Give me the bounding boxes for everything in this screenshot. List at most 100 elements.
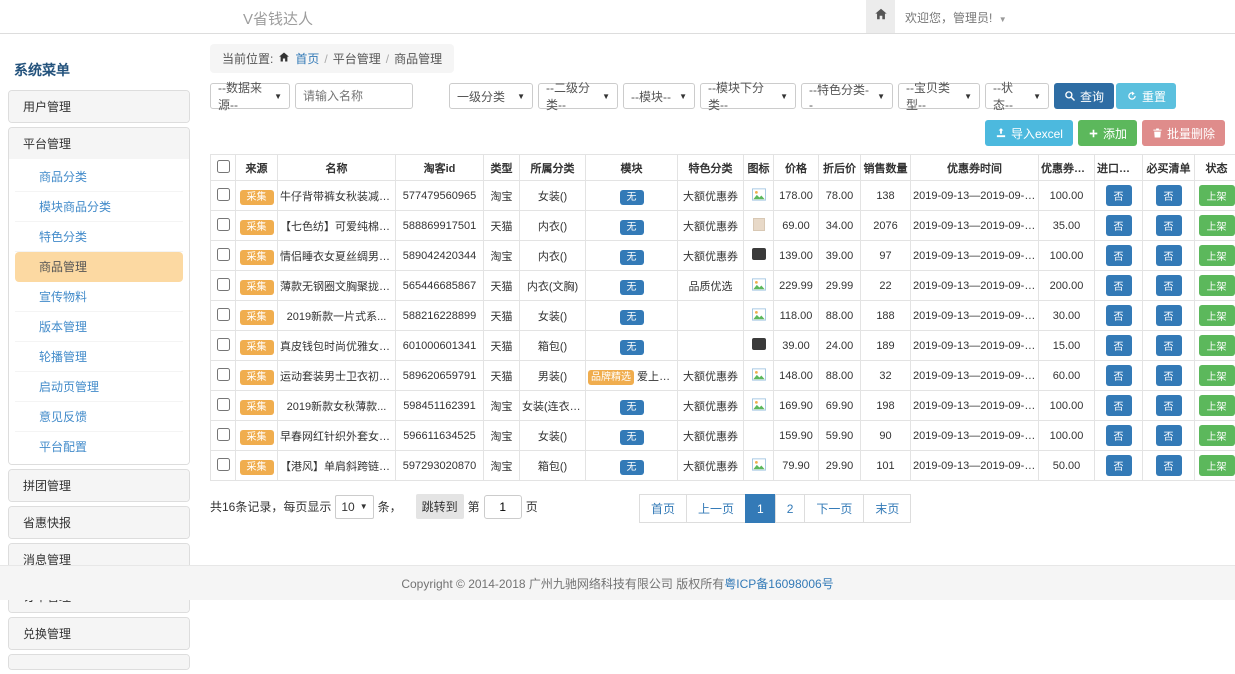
per-page-select[interactable]: 10 ▼	[335, 495, 373, 519]
filter-select[interactable]: --二级分类--▼	[538, 83, 618, 109]
row-checkbox[interactable]	[217, 428, 230, 441]
status-button[interactable]: 上架	[1199, 395, 1235, 416]
must-buy-toggle[interactable]: 否	[1156, 455, 1182, 476]
module-badge[interactable]: 无	[620, 280, 644, 295]
status-button[interactable]: 上架	[1199, 305, 1235, 326]
import-select-toggle[interactable]: 否	[1106, 185, 1132, 206]
module-badge[interactable]: 无	[620, 250, 644, 265]
sidebar-item-商品分类[interactable]: 商品分类	[15, 162, 183, 192]
cell-coupon_amount: 30.00	[1039, 301, 1095, 331]
row-checkbox[interactable]	[217, 368, 230, 381]
module-badge[interactable]: 无	[620, 310, 644, 325]
must-buy-toggle[interactable]: 否	[1156, 185, 1182, 206]
import-select-toggle[interactable]: 否	[1106, 425, 1132, 446]
page-nav-上一页[interactable]: 上一页	[686, 494, 746, 523]
sidebar-item-平台配置[interactable]: 平台配置	[15, 432, 183, 461]
row-checkbox[interactable]	[217, 248, 230, 261]
import-select-toggle[interactable]: 否	[1106, 275, 1132, 296]
sidebar-item-商品管理[interactable]: 商品管理	[15, 252, 183, 282]
row-checkbox[interactable]	[217, 218, 230, 231]
must-buy-toggle[interactable]: 否	[1156, 215, 1182, 236]
status-button[interactable]: 上架	[1199, 335, 1235, 356]
sidebar-item-启动页管理[interactable]: 启动页管理	[15, 372, 183, 402]
status-button[interactable]: 上架	[1199, 245, 1235, 266]
cell-module: 无	[586, 301, 678, 331]
row-checkbox[interactable]	[217, 398, 230, 411]
import-select-toggle[interactable]: 否	[1106, 335, 1132, 356]
sidebar-group-平台管理[interactable]: 平台管理	[9, 128, 189, 159]
must-buy-toggle[interactable]: 否	[1156, 425, 1182, 446]
row-checkbox[interactable]	[217, 278, 230, 291]
status-button[interactable]: 上架	[1199, 275, 1235, 296]
sidebar-item-宣传物料[interactable]: 宣传物料	[15, 282, 183, 312]
top-navbar: V省钱达人 欢迎您，管理员! ▼	[0, 0, 1235, 34]
module-badge[interactable]: 无	[620, 340, 644, 355]
must-buy-toggle[interactable]: 否	[1156, 395, 1182, 416]
sidebar-group-拼团管理[interactable]: 拼团管理	[9, 470, 189, 501]
status-button[interactable]: 上架	[1199, 185, 1235, 206]
reset-button[interactable]: 重置	[1116, 83, 1176, 109]
jump-button[interactable]: 跳转到	[416, 494, 464, 519]
module-badge[interactable]: 无	[620, 220, 644, 235]
home-shortcut[interactable]	[866, 0, 895, 33]
sidebar-group-兑换管理[interactable]: 兑换管理	[9, 618, 189, 649]
batch-delete-button[interactable]: 批量删除	[1142, 120, 1225, 146]
must-buy-toggle[interactable]: 否	[1156, 275, 1182, 296]
row-checkbox[interactable]	[217, 458, 230, 471]
import-select-toggle[interactable]: 否	[1106, 215, 1132, 236]
filter-select[interactable]: 一级分类▼	[449, 83, 533, 109]
import-select-toggle[interactable]: 否	[1106, 395, 1132, 416]
must-buy-toggle[interactable]: 否	[1156, 335, 1182, 356]
page-number-2[interactable]: 2	[775, 494, 806, 523]
filter-select[interactable]: --模块下分类--▼	[700, 83, 796, 109]
status-button[interactable]: 上架	[1199, 365, 1235, 386]
module-badge[interactable]: 无	[620, 430, 644, 445]
cell-must_buy: 否	[1143, 301, 1195, 331]
cell-coupon_amount: 50.00	[1039, 451, 1095, 481]
page-nav-下一页[interactable]: 下一页	[804, 494, 864, 523]
sidebar-group-省惠快报[interactable]: 省惠快报	[9, 507, 189, 538]
name-search-input[interactable]	[295, 83, 413, 109]
icp-link[interactable]: 粤ICP备16098006号	[724, 575, 833, 592]
row-checkbox[interactable]	[217, 308, 230, 321]
must-buy-toggle[interactable]: 否	[1156, 245, 1182, 266]
status-button[interactable]: 上架	[1199, 215, 1235, 236]
sidebar-group-partial[interactable]	[9, 655, 189, 669]
status-button[interactable]: 上架	[1199, 455, 1235, 476]
status-button[interactable]: 上架	[1199, 425, 1235, 446]
import-select-toggle[interactable]: 否	[1106, 365, 1132, 386]
module-badge[interactable]: 无	[620, 460, 644, 475]
sidebar-item-轮播管理[interactable]: 轮播管理	[15, 342, 183, 372]
row-checkbox[interactable]	[217, 338, 230, 351]
filter-select[interactable]: --模块--▼	[623, 83, 695, 109]
add-button[interactable]: 添加	[1078, 120, 1137, 146]
import-select-toggle[interactable]: 否	[1106, 305, 1132, 326]
filter-select[interactable]: --宝贝类型--▼	[898, 83, 980, 109]
sidebar-item-特色分类[interactable]: 特色分类	[15, 222, 183, 252]
sidebar-item-版本管理[interactable]: 版本管理	[15, 312, 183, 342]
user-menu[interactable]: 欢迎您，管理员! ▼	[905, 9, 1007, 26]
sidebar-group-用户管理[interactable]: 用户管理	[9, 91, 189, 122]
import-excel-button[interactable]: 导入excel	[985, 120, 1073, 146]
select-all-checkbox[interactable]	[217, 160, 230, 173]
page-nav-末页[interactable]: 末页	[863, 494, 911, 523]
module-badge[interactable]: 无	[620, 190, 644, 205]
app-title: V省钱达人	[243, 8, 313, 29]
sidebar-item-模块商品分类[interactable]: 模块商品分类	[15, 192, 183, 222]
breadcrumb-home-link[interactable]: 首页	[295, 50, 319, 67]
filter-select[interactable]: --状态--▼	[985, 83, 1049, 109]
row-checkbox[interactable]	[217, 188, 230, 201]
module-badge[interactable]: 无	[620, 400, 644, 415]
import-select-toggle[interactable]: 否	[1106, 455, 1132, 476]
must-buy-toggle[interactable]: 否	[1156, 305, 1182, 326]
filter-select[interactable]: --数据来源--▼	[210, 83, 290, 109]
page-nav-首页[interactable]: 首页	[639, 494, 687, 523]
cell-feature: 大额优惠券	[678, 391, 744, 421]
page-number-input[interactable]	[484, 495, 522, 519]
filter-select[interactable]: --特色分类--▼	[801, 83, 893, 109]
page-number-1[interactable]: 1	[745, 494, 776, 523]
sidebar-item-意见反馈[interactable]: 意见反馈	[15, 402, 183, 432]
must-buy-toggle[interactable]: 否	[1156, 365, 1182, 386]
search-button[interactable]: 查询	[1054, 83, 1114, 109]
import-select-toggle[interactable]: 否	[1106, 245, 1132, 266]
